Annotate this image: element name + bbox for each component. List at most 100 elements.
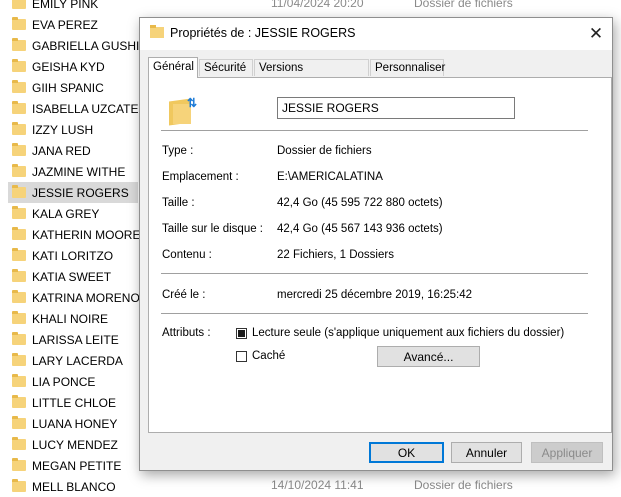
tab-previous-versions[interactable]: Versions précédentes <box>254 59 369 90</box>
folder-icon <box>12 269 26 282</box>
folder-icon <box>12 59 26 72</box>
general-panel: ⇅ JESSIE ROGERS Type : Dossier de fichie… <box>148 77 612 433</box>
bottom-row-type: Dossier de fichiers <box>414 478 513 492</box>
dialog-title: Propriétés de : JESSIE ROGERS <box>170 26 356 40</box>
folder-name: LIA PONCE <box>32 374 96 389</box>
folder-name: LITTLE CHLOE <box>32 395 117 410</box>
list-item[interactable]: LIA PONCE <box>8 371 140 392</box>
disk-size-value: 42,4 Go (45 567 143 936 octets) <box>277 223 443 235</box>
folder-icon <box>12 17 26 30</box>
folder-name: KATIA SWEET <box>32 269 112 284</box>
bottom-row-date: 14/10/2024 11:41 <box>271 478 364 492</box>
advanced-button[interactable]: Avancé... <box>377 346 480 367</box>
folder-icon <box>12 227 26 240</box>
list-item[interactable]: GIIH SPANIC <box>8 77 140 98</box>
folder-icon <box>12 185 26 198</box>
folder-name: LUANA HONEY <box>32 416 118 431</box>
folder-name: IZZY LUSH <box>32 122 94 137</box>
list-item[interactable]: EMILY PINK <box>8 0 140 14</box>
close-icon: ✕ <box>588 24 604 43</box>
hidden-label: Caché <box>252 350 286 362</box>
folder-icon <box>12 374 26 387</box>
folder-icon <box>12 416 26 429</box>
tab-security[interactable]: Sécurité <box>199 59 253 76</box>
readonly-checkbox[interactable] <box>236 328 247 339</box>
folder-icon <box>12 311 26 324</box>
top-row-date: 11/04/2024 20:20 <box>271 0 364 10</box>
properties-dialog: Propriétés de : JESSIE ROGERS ✕ Général … <box>139 17 613 471</box>
list-item[interactable]: JESSIE ROGERS <box>8 182 138 203</box>
folder-icon <box>12 437 26 450</box>
folder-name-input[interactable]: JESSIE ROGERS <box>277 97 515 119</box>
list-item[interactable]: IZZY LUSH <box>8 119 140 140</box>
list-item[interactable]: JANA RED <box>8 140 140 161</box>
list-item[interactable]: KALA GREY <box>8 203 140 224</box>
list-item[interactable]: KHALI NOIRE <box>8 308 140 329</box>
list-item[interactable]: LUANA HONEY <box>8 413 140 434</box>
folder-name: GEISHA KYD <box>32 59 105 74</box>
list-item[interactable]: GEISHA KYD <box>8 56 140 77</box>
folder-icon <box>12 0 26 9</box>
list-item[interactable]: KATHERIN MOORE <box>8 224 140 245</box>
folder-icon <box>12 206 26 219</box>
location-value: E:\AMERICALATINA <box>277 171 383 183</box>
folder-name: JANA RED <box>32 143 91 158</box>
folder-name: LUCY MENDEZ <box>32 437 118 452</box>
folder-icon <box>12 80 26 93</box>
folder-share-icon: ⇅ <box>169 96 197 126</box>
folder-name: EVA PEREZ <box>32 17 98 32</box>
ok-button[interactable]: OK <box>369 442 444 463</box>
contents-value: 22 Fichiers, 1 Dossiers <box>277 249 394 261</box>
list-item[interactable]: KATI LORITZO <box>8 245 140 266</box>
apply-button[interactable]: Appliquer <box>531 442 603 463</box>
list-item[interactable]: LARY LACERDA <box>8 350 140 371</box>
cancel-button[interactable]: Annuler <box>451 442 522 463</box>
list-item[interactable]: MEGAN PETITE <box>8 455 140 476</box>
folder-name: GIIH SPANIC <box>32 80 104 95</box>
folder-icon <box>12 458 26 471</box>
tab-customize[interactable]: Personnaliser <box>370 59 445 76</box>
close-button[interactable]: ✕ <box>580 18 612 50</box>
folder-icon <box>12 353 26 366</box>
list-item[interactable]: KATRINA MORENO <box>8 287 140 308</box>
folder-name: KATRINA MORENO <box>32 290 140 305</box>
list-item[interactable]: LUCY MENDEZ <box>8 434 140 455</box>
divider <box>161 273 588 274</box>
top-row-type: Dossier de fichiers <box>414 0 513 10</box>
list-item[interactable]: LARISSA LEITE <box>8 329 140 350</box>
folder-icon <box>12 248 26 261</box>
created-label: Créé le : <box>162 289 206 301</box>
list-item[interactable]: KATIA SWEET <box>8 266 140 287</box>
folder-name: LARISSA LEITE <box>32 332 119 347</box>
list-item[interactable]: ISABELLA UZCATEGU <box>8 98 140 119</box>
folder-icon <box>12 38 26 51</box>
hidden-checkbox[interactable] <box>236 351 247 362</box>
folder-icon <box>12 143 26 156</box>
tab-general[interactable]: Général <box>148 57 198 78</box>
dialog-titlebar[interactable]: Propriétés de : JESSIE ROGERS ✕ <box>140 18 612 50</box>
folder-icon <box>12 290 26 303</box>
size-label: Taille : <box>162 197 195 209</box>
folder-name: KATI LORITZO <box>32 248 114 263</box>
divider <box>161 313 588 314</box>
folder-name: GABRIELLA GUSHI <box>32 38 140 53</box>
created-value: mercredi 25 décembre 2019, 16:25:42 <box>277 289 472 301</box>
list-item[interactable]: GABRIELLA GUSHI <box>8 35 140 56</box>
disk-size-label: Taille sur le disque : <box>162 223 263 235</box>
list-item[interactable]: EVA PEREZ <box>8 14 140 35</box>
list-item[interactable]: JAZMINE WITHE <box>8 161 140 182</box>
folder-name: LARY LACERDA <box>32 353 123 368</box>
folder-name: EMILY PINK <box>32 0 99 11</box>
location-label: Emplacement : <box>162 171 239 183</box>
folder-name: JAZMINE WITHE <box>32 164 126 179</box>
readonly-label: Lecture seule (s'applique uniquement aux… <box>252 327 565 339</box>
folder-icon <box>12 101 26 114</box>
size-value: 42,4 Go (45 595 722 880 octets) <box>277 197 443 209</box>
folder-name: KALA GREY <box>32 206 100 221</box>
attributes-label: Attributs : <box>162 327 211 339</box>
list-item[interactable]: LITTLE CHLOE <box>8 392 140 413</box>
folder-name: MEGAN PETITE <box>32 458 122 473</box>
contents-label: Contenu : <box>162 249 212 261</box>
folder-icon <box>12 332 26 345</box>
divider <box>161 130 588 131</box>
